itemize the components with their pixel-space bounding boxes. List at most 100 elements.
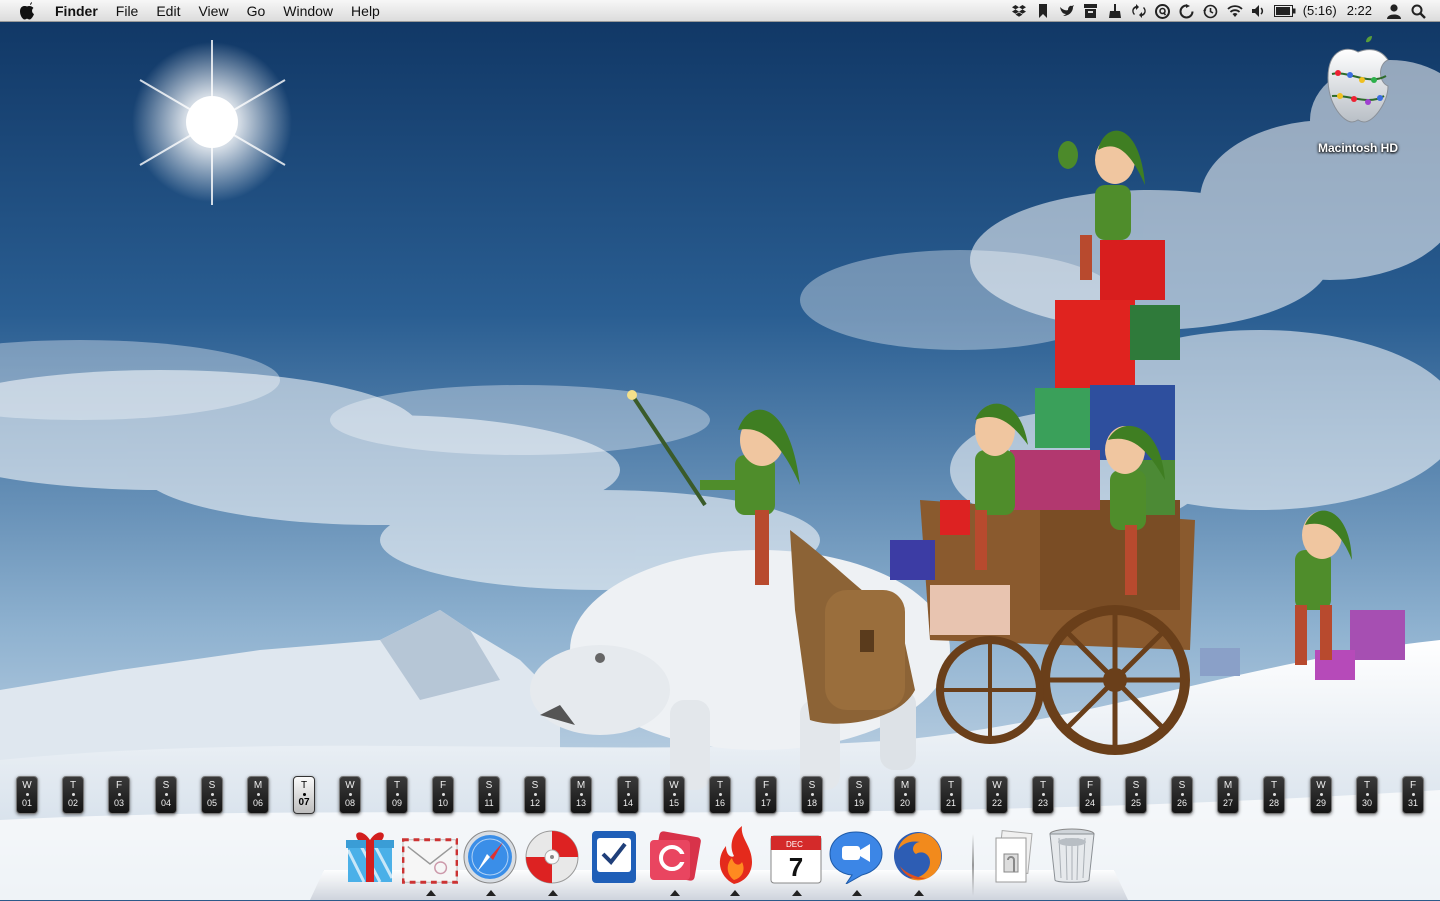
sync-arrows-icon[interactable] [1127,0,1151,22]
calendar-day-weekday: S [1178,780,1186,791]
calendar-day-number: 30 [1361,798,1372,808]
menu-view[interactable]: View [189,0,237,22]
calendar-day-dot [302,793,306,796]
mail-stamp-icon[interactable] [402,826,458,896]
documents-stack-icon[interactable] [984,826,1040,884]
calendar-day[interactable]: S 11 [478,776,500,814]
calendar-day[interactable]: T 09 [386,776,408,814]
menu-edit[interactable]: Edit [147,0,189,22]
bookmark-icon[interactable] [1031,0,1055,22]
gift-app-icon[interactable] [342,826,398,884]
broom-icon[interactable] [1103,0,1127,22]
calendar-day[interactable]: T 30 [1356,776,1378,814]
calendar-day[interactable]: T 02 [62,776,84,814]
q-circle-icon[interactable] [1151,0,1175,22]
calendar-day[interactable]: F 17 [755,776,777,814]
calendar-day[interactable]: S 12 [524,776,546,814]
calendar-day-weekday: M [1223,780,1233,791]
firefox-icon[interactable] [890,826,946,896]
calendar-day[interactable]: M 06 [247,776,269,814]
calendar-day[interactable]: S 26 [1171,776,1193,814]
menu-file[interactable]: File [107,0,148,22]
calendar-day-dot [857,793,861,796]
calendar-day-dot [949,793,953,796]
calendar-day-dot [533,793,537,796]
calendar-day-weekday: S [855,780,863,791]
desktop-wallpaper [0,0,1440,900]
safari-icon[interactable] [462,826,518,896]
calendar-day-dot [487,793,491,796]
calendar-day[interactable]: T 28 [1263,776,1285,814]
calendar-day[interactable]: W 01 [16,776,38,814]
battery-time[interactable]: (5:16) [1299,0,1341,22]
calendar-day[interactable]: T 07 [293,776,315,814]
calendar-day-number: 12 [529,798,540,808]
menu-window[interactable]: Window [274,0,342,22]
calendar-day[interactable]: M 27 [1217,776,1239,814]
ical-month: DEC [786,840,803,849]
menu-help[interactable]: Help [342,0,389,22]
clock[interactable]: 2:22 [1341,0,1382,22]
calendar-day-dot [626,793,630,796]
calendar-day[interactable]: T 16 [709,776,731,814]
volume-icon[interactable] [1247,0,1271,22]
calendar-day-weekday: T [69,780,77,791]
calendar-day[interactable]: S 25 [1125,776,1147,814]
calendar-day-dot [71,793,75,796]
calendar-day-weekday: S [162,780,170,791]
refresh-icon[interactable] [1175,0,1199,22]
calendar-day[interactable]: S 18 [801,776,823,814]
wifi-icon[interactable] [1223,0,1247,22]
calendar-day-number: 25 [1130,798,1141,808]
trash-icon[interactable] [1044,826,1100,884]
calendar-day[interactable]: W 29 [1310,776,1332,814]
calendar-day[interactable]: T 23 [1032,776,1054,814]
stickies-c-icon[interactable] [646,826,702,896]
calendar-day[interactable]: W 22 [986,776,1008,814]
running-indicator [730,890,740,896]
menu-finder[interactable]: Finder [46,0,107,22]
macintosh-hd-desktop-icon[interactable]: Macintosh HD [1306,36,1410,155]
hard-drive-apple-icon [1327,36,1389,123]
user-icon[interactable] [1382,0,1406,22]
apple-menu-icon[interactable] [16,0,38,22]
flame-app-icon[interactable] [706,826,762,896]
menu-go[interactable]: Go [238,0,275,22]
calendar-day[interactable]: S 04 [155,776,177,814]
todo-checkbox-icon[interactable] [586,826,642,884]
dropbox-icon[interactable] [1007,0,1031,22]
calendar-day-dot [718,793,722,796]
calendar-day-weekday: W [22,780,32,791]
ical-icon[interactable]: DEC 7 [768,826,824,896]
calendar-day-weekday: T [716,780,724,791]
calendar-day-number: 07 [298,797,310,808]
calendar-day[interactable]: M 13 [570,776,592,814]
calendar-day[interactable]: F 24 [1079,776,1101,814]
calendar-day-weekday: W [669,780,679,791]
calendar-day-number: 01 [21,798,32,808]
calendar-day-dot [164,793,168,796]
ichat-video-icon[interactable] [828,826,884,896]
calendar-day-number: 09 [391,798,402,808]
time-machine-icon[interactable] [1199,0,1223,22]
calendar-day[interactable]: S 19 [848,776,870,814]
calendar-day-number: 19 [853,798,864,808]
calendar-day[interactable]: F 10 [432,776,454,814]
running-indicator [426,890,436,896]
calendar-day[interactable]: W 15 [663,776,685,814]
calendar-day[interactable]: T 14 [617,776,639,814]
calendar-day[interactable]: W 08 [339,776,361,814]
calendar-day[interactable]: S 05 [201,776,223,814]
battery-icon[interactable] [1271,0,1299,22]
calendar-day[interactable]: M 20 [894,776,916,814]
archive-icon[interactable] [1079,0,1103,22]
spotlight-search-icon[interactable] [1406,0,1430,22]
calendar-day-number: 18 [806,798,817,808]
bird-icon[interactable] [1055,0,1079,22]
calendar-day[interactable]: F 31 [1402,776,1424,814]
calendar-day-weekday: T [1270,780,1278,791]
calendar-day[interactable]: F 03 [108,776,130,814]
calendar-day[interactable]: T 21 [940,776,962,814]
calendar-day-dot [1319,793,1323,796]
itunes-disc-icon[interactable] [524,826,580,896]
